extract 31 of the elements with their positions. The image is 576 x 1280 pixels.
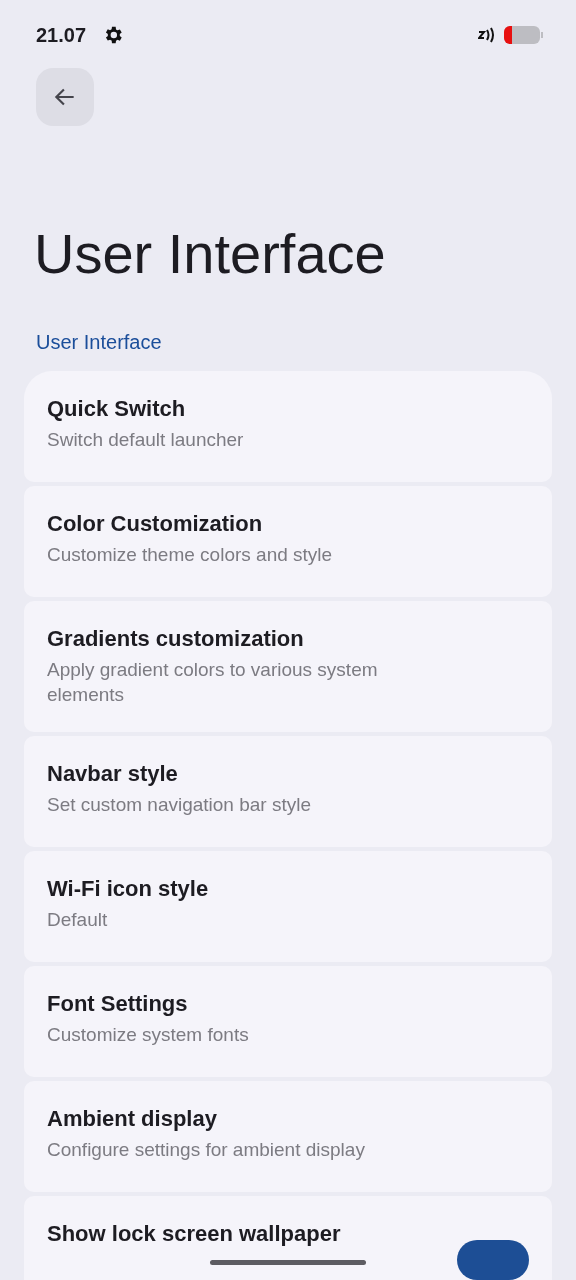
item-title: Font Settings [47,990,189,1019]
page-title: User Interface [34,221,387,287]
section-header: User Interface [36,330,163,356]
clock: 21.07 [36,23,87,48]
item-summary: Apply gradient colors to various system elements [47,657,379,708]
settings-item[interactable]: Show lock screen wallpaper [24,1196,552,1280]
settings-item[interactable]: Quick Switch Switch default launcher [24,371,552,483]
item-title: Color Customization [47,510,264,539]
back-button[interactable] [36,68,94,126]
settings-item[interactable]: Ambient display Configure settings for ambient display [24,1081,552,1193]
item-summary: Default [47,907,109,932]
item-title: Show lock screen wallpaper [47,1220,341,1249]
settings-item[interactable]: Navbar style Set custom navigation bar style [24,736,552,848]
gesture-handle[interactable] [210,1260,366,1265]
item-title: Gradients customization [47,625,305,654]
item-summary: Configure settings for ambient display [47,1137,366,1162]
item-title: Quick Switch [47,395,187,424]
nfc-icon [478,27,496,43]
item-summary: Switch default launcher [47,427,245,452]
item-summary: Set custom navigation bar style [47,792,313,817]
settings-item[interactable]: Color Customization Customize theme colors and style [24,486,552,598]
item-summary: Customize system fonts [47,1022,250,1047]
settings-item[interactable]: Gradients customization Apply gradient colors to various system elements [24,601,552,733]
item-title: Navbar style [47,760,179,789]
battery-icon [504,25,544,45]
settings-item[interactable]: Wi-Fi icon style Default [24,851,552,963]
item-title: Ambient display [47,1105,218,1134]
toggle-switch[interactable] [457,1240,529,1280]
settings-item[interactable]: Font Settings Customize system fonts [24,966,552,1078]
item-summary: Customize theme colors and style [47,542,334,567]
item-title: Wi-Fi icon style [47,875,210,904]
